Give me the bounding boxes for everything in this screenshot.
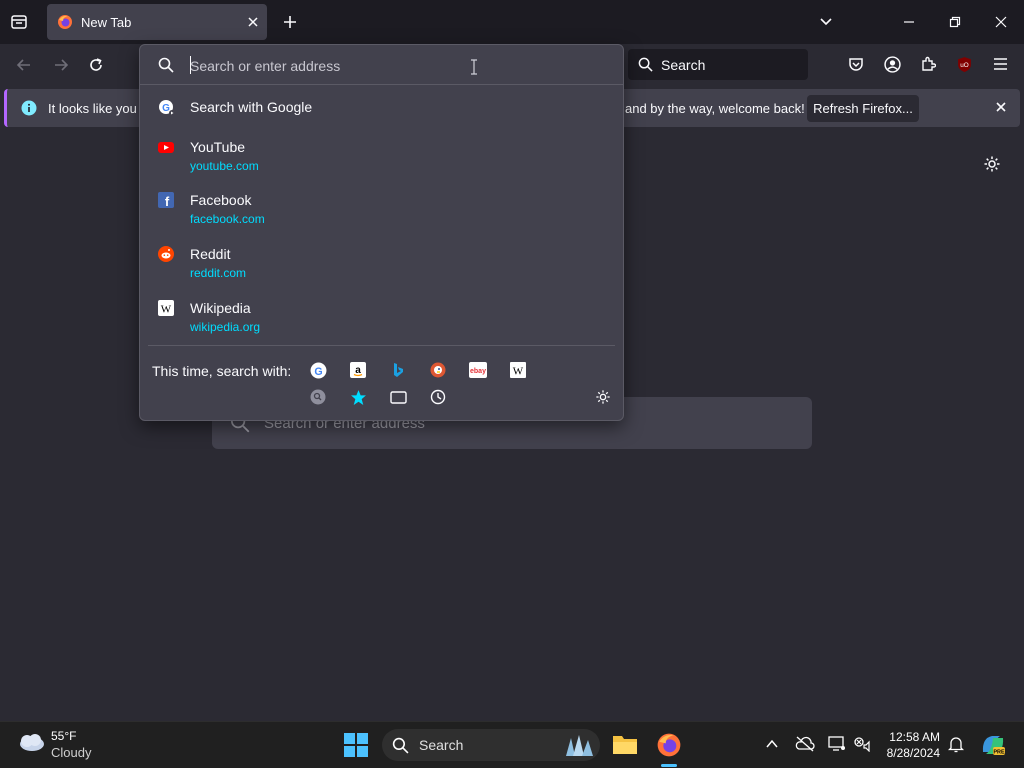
tab-new-tab[interactable]: New Tab — [47, 4, 267, 40]
google-engine-icon[interactable]: G — [309, 361, 327, 379]
search-mode-icon[interactable] — [309, 388, 327, 406]
svg-text:uO: uO — [960, 62, 969, 69]
onedrive-offline-icon[interactable] — [795, 736, 815, 752]
result-row[interactable]: Reddit reddit.com — [148, 240, 615, 284]
close-window-icon[interactable] — [990, 12, 1012, 32]
address-bar-dropdown: G Search with Google YouTube youtube.com… — [139, 44, 624, 421]
search-icon — [638, 57, 653, 72]
search-icon — [392, 737, 409, 754]
chevron-down-icon[interactable] — [816, 12, 836, 32]
taskbar-search-label: Search — [419, 737, 464, 753]
divider — [148, 345, 615, 346]
firefox-taskbar-icon[interactable] — [656, 732, 682, 758]
result-url: wikipedia.org — [190, 320, 261, 334]
address-input-row — [140, 45, 623, 85]
tabs-icon[interactable] — [389, 388, 407, 406]
search-with-google-label: Search with Google — [190, 99, 313, 115]
reddit-icon — [158, 246, 174, 262]
account-icon[interactable] — [882, 54, 902, 74]
info-icon — [21, 100, 37, 116]
minimize-icon[interactable] — [898, 12, 920, 32]
active-app-indicator — [661, 764, 677, 767]
new-tab-plus-icon[interactable] — [280, 12, 300, 32]
text-cursor-icon — [470, 59, 478, 75]
hamburger-menu-icon[interactable] — [990, 54, 1010, 74]
clock-time: 12:58 AM — [889, 730, 940, 744]
one-off-search-label: This time, search with: — [152, 363, 292, 379]
bookmarks-star-icon[interactable] — [349, 388, 367, 406]
result-url: facebook.com — [190, 212, 265, 226]
search-highlight-icon — [564, 734, 596, 756]
text-caret — [190, 56, 191, 74]
svg-text:W: W — [161, 304, 172, 316]
chevron-up-icon[interactable] — [765, 738, 779, 750]
windows-start-icon[interactable] — [344, 733, 368, 757]
svg-text:a: a — [355, 365, 361, 376]
display-icon[interactable] — [828, 736, 846, 752]
svg-text:ebay: ebay — [470, 368, 486, 375]
svg-text:W: W — [513, 366, 524, 378]
restore-icon[interactable] — [944, 12, 966, 32]
network-volume-icon[interactable] — [853, 736, 871, 752]
taskbar-search-box[interactable]: Search — [382, 729, 600, 761]
search-icon — [158, 57, 174, 73]
history-clock-icon[interactable] — [429, 388, 447, 406]
back-arrow-icon[interactable] — [14, 55, 34, 75]
result-title: YouTube — [190, 139, 246, 155]
weather-condition: Cloudy — [51, 745, 92, 760]
wikipedia-engine-icon[interactable]: W — [509, 361, 527, 379]
list-all-tabs-icon[interactable] — [8, 11, 30, 33]
bing-engine-icon[interactable] — [389, 361, 407, 379]
google-icon: G — [158, 99, 175, 116]
tab-strip: New Tab — [0, 0, 1024, 44]
ublock-origin-icon[interactable]: uO — [954, 54, 974, 74]
svg-text:G: G — [314, 365, 322, 377]
toolbar-search-box[interactable]: Search — [628, 49, 808, 80]
svg-text:f: f — [165, 194, 170, 208]
search-with-google-row[interactable]: G Search with Google — [148, 93, 615, 123]
forward-arrow-icon[interactable] — [51, 55, 71, 75]
search-settings-gear-icon[interactable] — [594, 388, 612, 406]
result-title: Reddit — [190, 246, 231, 262]
duckduckgo-engine-icon[interactable] — [429, 361, 447, 379]
wikipedia-icon: W — [158, 300, 174, 316]
result-row[interactable]: W Wikipedia wikipedia.org — [148, 294, 615, 338]
extensions-icon[interactable] — [918, 54, 938, 74]
result-url: reddit.com — [190, 266, 247, 280]
toolbar-search-label: Search — [661, 56, 706, 73]
clock-date: 8/28/2024 — [886, 746, 940, 760]
result-row[interactable]: f Facebook facebook.com — [148, 186, 615, 230]
result-title: Wikipedia — [190, 300, 251, 316]
file-explorer-icon[interactable] — [612, 733, 638, 755]
weather-temperature: 55°F — [51, 729, 77, 743]
cloudy-weather-icon[interactable] — [16, 732, 46, 754]
ebay-engine-icon[interactable]: ebay — [469, 361, 487, 379]
system-clock[interactable]: 12:58 AM 8/28/2024 — [887, 729, 940, 761]
windows-taskbar: 55°F Cloudy Search 12:58 AM 8/28/2024 PR — [0, 721, 1024, 768]
copilot-icon[interactable]: PRE — [980, 732, 1006, 758]
reload-icon[interactable] — [86, 55, 106, 75]
svg-text:PRE: PRE — [993, 750, 1005, 756]
result-row[interactable]: YouTube youtube.com — [148, 133, 615, 177]
notification-message-end: and by the way, welcome back! — [625, 101, 805, 116]
address-input[interactable] — [190, 55, 590, 77]
close-notification-icon[interactable] — [995, 101, 1007, 113]
facebook-icon: f — [158, 192, 174, 208]
amazon-engine-icon[interactable]: a — [349, 361, 367, 379]
close-tab-icon[interactable] — [247, 16, 259, 28]
firefox-icon — [57, 14, 73, 30]
pocket-icon[interactable] — [846, 54, 866, 74]
settings-gear-icon[interactable] — [983, 155, 1001, 173]
refresh-firefox-button[interactable]: Refresh Firefox... — [807, 95, 919, 122]
result-title: Facebook — [190, 192, 252, 208]
notification-bell-icon[interactable] — [948, 736, 964, 753]
tab-title: New Tab — [81, 14, 132, 30]
youtube-icon — [158, 139, 174, 155]
svg-text:G: G — [162, 103, 170, 114]
result-url: youtube.com — [190, 159, 259, 173]
